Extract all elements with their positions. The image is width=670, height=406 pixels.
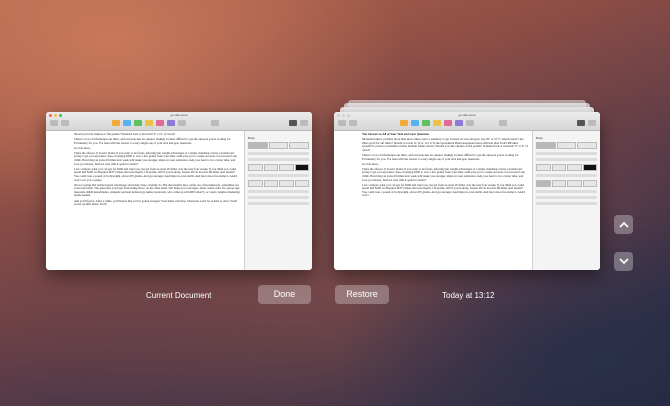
shape-icon — [444, 120, 452, 126]
italic-button — [551, 164, 566, 171]
shape-icon[interactable] — [156, 120, 164, 126]
text-color-swatch[interactable] — [294, 164, 309, 171]
bold-button[interactable] — [248, 164, 263, 171]
media-icon — [455, 120, 463, 126]
comment-icon[interactable] — [178, 120, 186, 126]
version-timestamp: Today at 13:12 — [442, 291, 495, 300]
zoom-menu-icon — [349, 120, 357, 126]
window-title: go-ride-more — [170, 113, 188, 117]
alignment-buttons — [536, 180, 597, 187]
done-button[interactable]: Done — [258, 285, 311, 304]
insert-icon — [400, 120, 408, 126]
bullets-select[interactable] — [248, 202, 309, 205]
current-document-label: Current Document — [146, 291, 212, 300]
align-justify-button[interactable] — [294, 180, 309, 187]
window-toolbar: go-ride-more — [46, 112, 312, 131]
document-icon — [588, 120, 596, 126]
paragraph: There's a ton of information out there, … — [74, 137, 231, 145]
toolbar-tools — [338, 118, 596, 128]
format-sidebar: Body — [532, 131, 600, 270]
align-right-button[interactable] — [279, 180, 294, 187]
paragraph: Mountain bikers, possibly more than most… — [362, 137, 528, 152]
restore-button[interactable]: Restore — [335, 285, 389, 304]
paragraph: I'm not saying that technological advant… — [74, 182, 240, 198]
italic-button[interactable] — [263, 164, 278, 171]
paragraph: And you'll feel it. After a while, you'l… — [74, 198, 238, 207]
text-style-buttons[interactable] — [248, 164, 309, 171]
spacing-select[interactable] — [248, 196, 309, 199]
tab-style — [536, 142, 556, 149]
align-center-button — [551, 180, 566, 187]
character-styles-select[interactable] — [248, 174, 309, 177]
tab-layout[interactable] — [268, 142, 289, 149]
paragraph: Let's compare what you can get for $200 … — [362, 182, 526, 198]
indent-controls — [536, 190, 597, 193]
bullets-select — [536, 202, 597, 205]
spacing-select — [536, 196, 597, 199]
align-right-button — [567, 180, 582, 187]
alignment-buttons[interactable] — [248, 180, 309, 187]
sidebar-style-name: Body — [248, 136, 255, 140]
font-family-select — [536, 152, 597, 155]
font-style-select[interactable] — [248, 158, 309, 161]
font-style-select — [536, 158, 597, 161]
version-document-window[interactable]: go-ride-more The Answers to All of Your … — [334, 112, 600, 270]
format-icon[interactable] — [289, 120, 297, 126]
format-icon — [577, 120, 585, 126]
collaborate-icon — [499, 120, 507, 126]
table-icon — [411, 120, 419, 126]
text-icon[interactable] — [145, 120, 153, 126]
sidebar-tabs[interactable] — [248, 142, 310, 149]
older-version-button[interactable] — [614, 252, 633, 271]
underline-button — [567, 164, 582, 171]
underline-button[interactable] — [279, 164, 294, 171]
align-justify-button — [582, 180, 597, 187]
tab-more[interactable] — [289, 142, 310, 149]
align-center-button[interactable] — [263, 180, 278, 187]
text-style-buttons — [536, 164, 597, 171]
format-sidebar[interactable]: Body — [244, 131, 312, 270]
table-icon[interactable] — [123, 120, 131, 126]
paragraph: Go ride more. — [74, 145, 91, 150]
collaborate-icon[interactable] — [211, 120, 219, 126]
indent-controls[interactable] — [248, 190, 309, 193]
character-styles-select — [536, 174, 597, 177]
document-icon[interactable] — [300, 120, 308, 126]
paragraph: Go ride more. — [362, 161, 379, 166]
toolbar-tools — [50, 118, 308, 128]
view-icon — [338, 120, 346, 126]
tab-layout — [556, 142, 577, 149]
chart-icon — [422, 120, 430, 126]
text-icon — [433, 120, 441, 126]
chevron-down-icon — [618, 258, 629, 265]
document-body[interactable]: The Answers to All of Your Tech and Gear… — [362, 131, 528, 270]
paragraph: There's a ton of information out there, … — [362, 152, 519, 161]
text-color-swatch — [582, 164, 597, 171]
bold-button — [536, 164, 551, 171]
sidebar-style-name: Body — [536, 136, 543, 140]
align-left-button[interactable] — [248, 180, 263, 187]
document-heading: The Answers to All of Your Tech and Gear… — [362, 132, 430, 136]
window-toolbar: go-ride-more — [334, 112, 600, 131]
chevron-up-icon — [618, 221, 629, 228]
sidebar-tabs — [536, 142, 598, 149]
newer-version-button[interactable] — [614, 215, 633, 234]
tab-style[interactable] — [248, 142, 268, 149]
comment-icon — [466, 120, 474, 126]
font-family-select[interactable] — [248, 152, 309, 155]
paragraph: Let's compare what you can get for $200 … — [74, 166, 238, 182]
zoom-menu-icon[interactable] — [61, 120, 69, 126]
media-icon[interactable] — [167, 120, 175, 126]
paragraph: That's the answer. It doesn't matter if … — [362, 166, 525, 182]
tab-more — [577, 142, 598, 149]
chart-icon[interactable] — [134, 120, 142, 126]
paragraph: That's the answer. It doesn't matter if … — [74, 150, 237, 166]
paragraph: Should you ride clipless or flat pedals?… — [74, 132, 176, 136]
document-body[interactable]: Should you ride clipless or flat pedals?… — [74, 131, 240, 270]
view-icon[interactable] — [50, 120, 58, 126]
align-left-button — [536, 180, 551, 187]
current-document-window[interactable]: go-ride-more Should you ride clipless or… — [46, 112, 312, 270]
insert-icon[interactable] — [112, 120, 120, 126]
window-title: go-ride-more — [458, 113, 476, 117]
